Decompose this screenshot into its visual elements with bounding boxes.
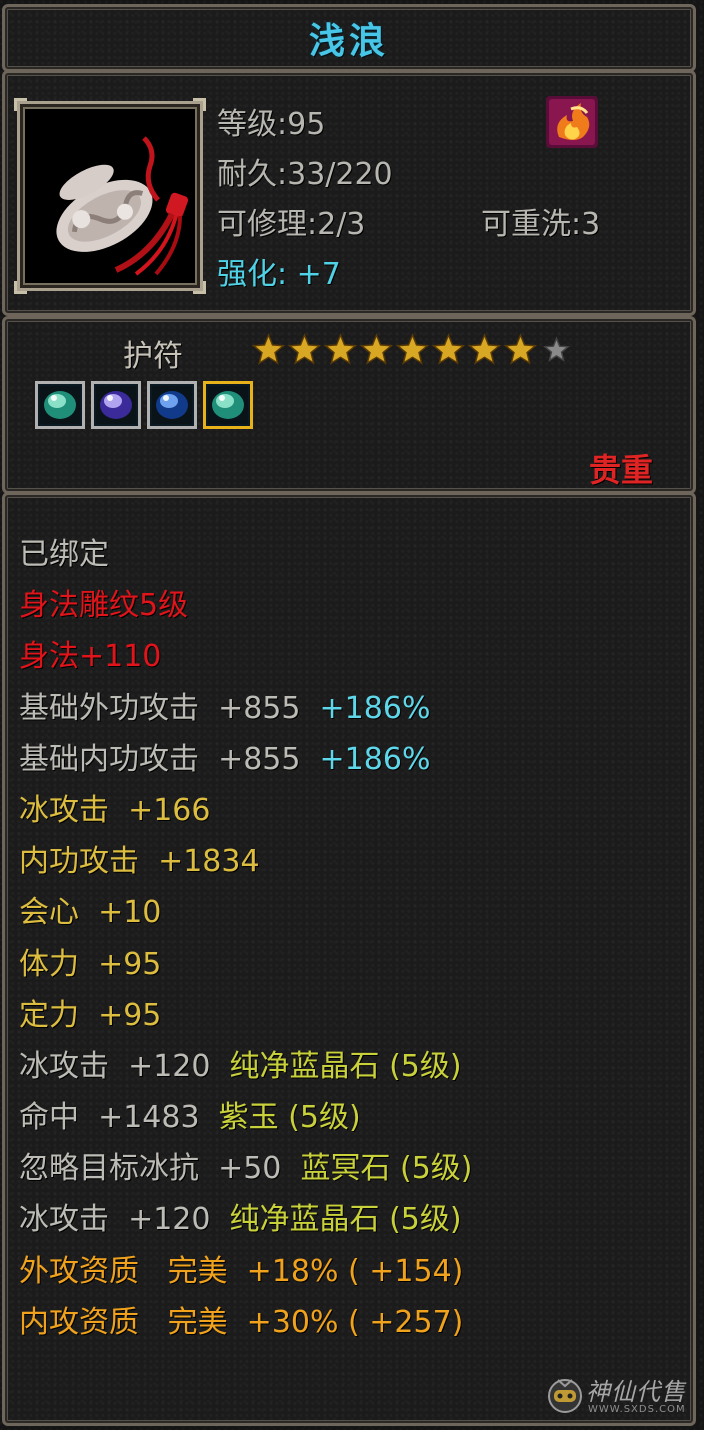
purple-gem-icon [96,386,136,424]
attribute-text: 紫玉 (5级) [218,1100,361,1136]
rewashable-line: 可重洗:3 [481,207,601,242]
attribute-row: 身法+110 [19,631,473,682]
attribute-row: 冰攻击 +166 [19,785,473,836]
attribute-text: 会心 +10 [19,895,162,931]
attribute-row: 基础外功攻击 +855 +186% [19,683,473,734]
attribute-row: 体力 +95 [19,939,473,990]
level-line: 等级:95 [217,107,326,142]
attribute-text: 定力 +95 [19,997,162,1033]
attribute-row: 命中 +1483 紫玉 (5级) [19,1092,473,1143]
rarity-label: 贵重 [588,451,653,489]
attribute-row: 身法雕纹5级 [19,580,473,631]
attribute-text: 冰攻击 +120 [19,1048,230,1084]
gem-slot[interactable] [203,381,253,429]
gem-slot[interactable] [147,381,197,429]
star-filled-icon [395,333,430,365]
mascot-icon [548,1379,582,1413]
star-filled-icon [251,333,286,365]
green-gem-icon [208,386,248,424]
item-name: 浅浪 [308,21,389,62]
repairable-line: 可修理:2/3 [217,207,366,242]
attribute-row: 冰攻击 +120 纯净蓝晶石 (5级) [19,1194,473,1245]
attribute-row: 忽略目标冰抗 +50 蓝冥石 (5级) [19,1143,473,1194]
watermark-text: 神仙代售 [586,1378,686,1406]
attribute-text: +186% [319,690,431,726]
gem-slots [35,381,253,429]
attribute-row: 基础内功攻击 +855 +186% [19,734,473,785]
star-filled-icon [431,333,466,365]
blue-gem-icon [152,386,192,424]
watermark-url: WWW.SXDS.COM [588,1404,686,1415]
attribute-text: 纯净蓝晶石 (5级) [229,1202,462,1238]
attributes-panel: 已绑定 身法雕纹5级 身法+110 基础外功攻击 +855 +186% 基础内功攻击 +… [2,492,696,1426]
star-filled-icon [287,333,322,365]
attribute-text: 内攻资质 完美 +30% ( +257) [19,1304,464,1340]
star-empty-icon [543,336,570,362]
amulet-panel: 护符 贵重 [2,316,696,494]
amulet-label: 护符 [123,339,183,374]
attribute-text: 忽略目标冰抗 +50 [19,1151,301,1187]
attribute-text: 基础外功攻击 +855 [19,690,320,726]
flame-badge-icon [546,96,598,148]
enhance-line: 强化: +7 [217,257,341,292]
star-filled-icon [467,333,502,365]
durability-line: 耐久:33/220 [217,157,393,192]
attribute-text: 冰攻击 +166 [19,792,211,828]
star-filled-icon [359,333,394,365]
attribute-text: 纯净蓝晶石 (5级) [229,1048,462,1084]
attribute-text: 身法+110 [19,639,162,675]
item-tooltip: 浅浪 等级:95 耐久:33/220 可修理:2/3 可重洗:3 强化: +7 … [0,0,704,1430]
attribute-row: 外攻资质 完美 +18% ( +154) [19,1246,473,1297]
star-filled-icon [503,333,538,365]
item-icon-frame [14,98,206,294]
attribute-text: 命中 +1483 [19,1100,219,1136]
attribute-text: 蓝冥石 (5级) [300,1151,473,1187]
attribute-text: 身法雕纹5级 [19,588,189,624]
gem-slot[interactable] [91,381,141,429]
star-filled-icon [323,333,358,365]
gem-slot[interactable] [35,381,85,429]
attribute-text: 冰攻击 +120 [19,1202,230,1238]
attribute-row: 内功攻击 +1834 [19,836,473,887]
title-bar: 浅浪 [2,4,696,72]
attribute-row: 会心 +10 [19,887,473,938]
attribute-text: 内功攻击 +1834 [19,844,260,880]
attribute-row: 已绑定 [19,529,473,580]
green-gem-icon [40,386,80,424]
item-info-panel: 等级:95 耐久:33/220 可修理:2/3 可重洗:3 强化: +7 [2,70,696,316]
attribute-text: 外攻资质 完美 +18% ( +154) [19,1253,464,1289]
attribute-text: 基础内功攻击 +855 [19,741,320,777]
attribute-row: 定力 +95 [19,990,473,1041]
attribute-list: 已绑定 身法雕纹5级 身法+110 基础外功攻击 +855 +186% 基础内功攻击 +… [19,529,473,1348]
attribute-text: +186% [319,741,431,777]
attribute-row: 冰攻击 +120 纯净蓝晶石 (5级) [19,1041,473,1092]
attribute-text: 体力 +95 [19,946,162,982]
jade-pendant-icon [26,110,194,282]
attribute-text: 已绑定 [19,537,109,572]
star-rating [251,333,574,368]
attribute-row: 内攻资质 完美 +30% ( +257) [19,1297,473,1348]
watermark: 神仙代售 WWW.SXDS.COM [538,1366,698,1424]
